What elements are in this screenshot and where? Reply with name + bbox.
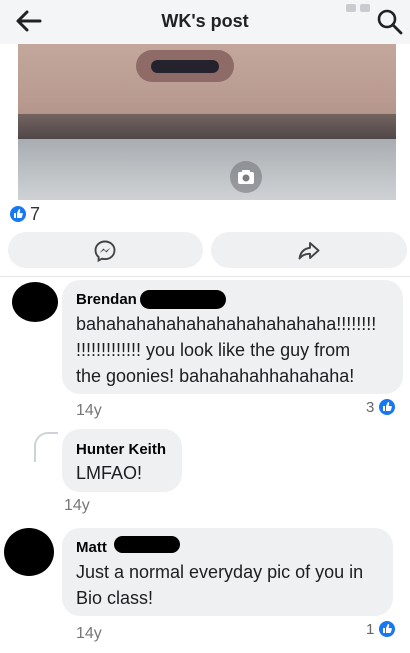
- top-bar: WK's post: [0, 0, 410, 44]
- post-photo[interactable]: [18, 44, 396, 200]
- redaction-mark: [114, 536, 180, 553]
- comment-timestamp: 14y: [76, 625, 102, 642]
- redaction-mark: [140, 290, 226, 309]
- photo-mouth: [151, 60, 219, 73]
- like-icon: [10, 206, 26, 222]
- comment-reaction-count[interactable]: 1: [366, 621, 374, 638]
- comment-text: Just a normal everyday pic of you in Bio…: [76, 562, 364, 608]
- page-title: WK's post: [161, 11, 249, 31]
- camera-icon[interactable]: [230, 161, 262, 193]
- search-icon[interactable]: [376, 8, 404, 36]
- comment-reaction-count[interactable]: 3: [366, 399, 374, 416]
- window-controls: [346, 4, 372, 14]
- avatar[interactable]: [4, 528, 54, 576]
- share-icon: [298, 242, 320, 260]
- reply-thread-line: [34, 432, 58, 462]
- comment-text: LMFAO!: [76, 463, 143, 483]
- messenger-icon: [94, 240, 116, 263]
- section-divider: [0, 276, 410, 277]
- reaction-count: 7: [30, 204, 41, 224]
- comment-bubble: Brendan bahahahahahahahahahahahaha!!!!!!…: [62, 280, 403, 394]
- comment-timestamp: 14y: [64, 497, 90, 514]
- like-icon: [379, 621, 395, 637]
- messenger-send-button[interactable]: [8, 232, 203, 268]
- avatar[interactable]: [12, 282, 58, 322]
- comment-author[interactable]: Brendan: [76, 291, 137, 308]
- comment-bubble: Matt Just a normal everyday pic of you i…: [62, 528, 393, 616]
- comment-text: bahahahahahahahahahahahaha!!!!!!!! !!!!!…: [76, 314, 377, 386]
- like-icon: [379, 399, 395, 415]
- comment-author[interactable]: Matt: [76, 539, 107, 556]
- comment-timestamp: 14y: [76, 402, 102, 419]
- comment-author[interactable]: Hunter Keith: [76, 441, 166, 458]
- share-button[interactable]: [211, 232, 407, 268]
- comment-bubble: Hunter Keith LMFAO!: [62, 429, 182, 492]
- photo-shirt: [18, 139, 396, 200]
